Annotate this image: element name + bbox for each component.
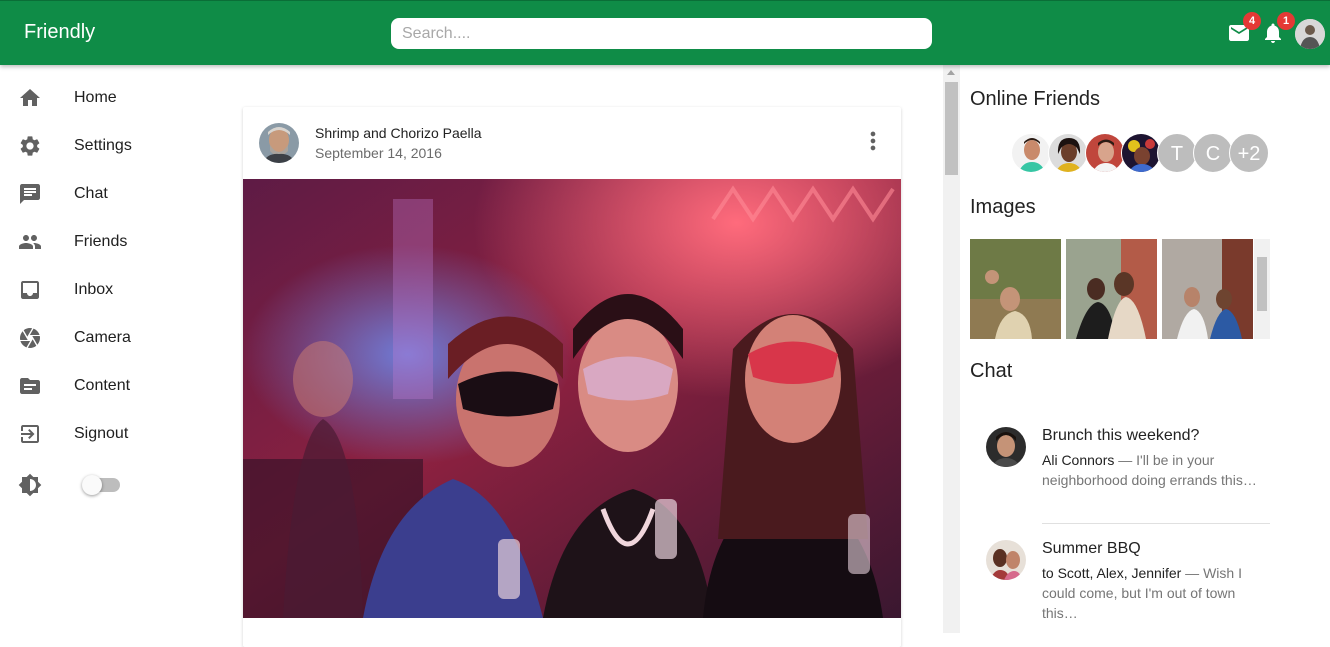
friend-letter-avatar[interactable]: C (1193, 133, 1233, 173)
post-title[interactable]: Shrimp and Chorizo Paella (315, 125, 482, 141)
friend-avatar[interactable] (1011, 133, 1051, 173)
sidebar-item-chat[interactable]: Chat (0, 170, 200, 218)
images-heading: Images (970, 196, 1036, 218)
brightness-icon (18, 473, 42, 497)
sidebar-item-inbox[interactable]: Inbox (0, 266, 200, 314)
chat-icon (20, 184, 40, 204)
image-strip (970, 239, 1270, 339)
sidebar-item-label: Chat (74, 185, 108, 202)
mail-button[interactable]: 4 (1227, 12, 1261, 45)
theme-toggle-switch[interactable] (82, 475, 120, 495)
notifications-button[interactable]: 1 (1261, 12, 1295, 45)
more-vert-icon (870, 131, 876, 151)
theme-toggle-row (0, 461, 200, 509)
chat-divider (1042, 523, 1270, 524)
chat-preview: to Scott, Alex, Jennifer — Wish I could … (1042, 563, 1262, 623)
chat-preview: Ali Connors — I'll be in your neighborho… (1042, 450, 1262, 490)
friend-letter-avatar[interactable]: T (1157, 133, 1197, 173)
sidebar-item-label: Content (74, 377, 131, 394)
image-thumbnail[interactable] (1066, 239, 1157, 339)
inbox-icon (21, 281, 39, 299)
sidebar-item-friends[interactable]: Friends (0, 218, 200, 266)
online-friends-heading: Online Friends (970, 88, 1101, 110)
post-date: September 14, 2016 (315, 145, 442, 161)
folder-icon (20, 378, 40, 394)
friend-avatar[interactable] (1048, 133, 1088, 173)
chat-title: Summer BBQ (1042, 540, 1141, 557)
mail-badge: 4 (1243, 12, 1261, 30)
sidebar-item-label: Camera (74, 329, 131, 346)
image-strip-scrollbar[interactable] (1254, 239, 1270, 339)
post-author-avatar[interactable] (259, 123, 299, 163)
chat-recipients: to Scott, Alex, Jennifer (1042, 565, 1182, 581)
more-friends-avatar[interactable]: +2 (1229, 133, 1269, 173)
people-icon (19, 235, 41, 249)
sidebar-item-settings[interactable]: Settings (0, 122, 200, 170)
gear-icon (20, 136, 40, 156)
app-bar: Friendly 4 1 (0, 0, 1330, 65)
sidebar-item-label: Inbox (74, 281, 114, 298)
signout-icon (21, 425, 39, 443)
search-input[interactable] (391, 18, 932, 49)
scroll-up-arrow[interactable] (947, 70, 955, 75)
post-menu-button[interactable] (859, 127, 887, 155)
sidebar-item-label: Friends (74, 233, 128, 250)
sidebar-item-signout[interactable]: Signout (0, 410, 200, 458)
sidebar-item-label: Signout (74, 425, 129, 442)
chat-title: Brunch this weekend? (1042, 427, 1200, 444)
friend-avatar[interactable] (1121, 133, 1161, 173)
sidebar: Home Settings Chat Friends Inbox Camera … (0, 65, 200, 633)
post-card: Shrimp and Chorizo Paella September 14, … (243, 107, 901, 647)
sidebar-item-home[interactable]: Home (0, 74, 200, 122)
image-thumbnail[interactable] (970, 239, 1061, 339)
account-avatar[interactable] (1295, 19, 1325, 49)
right-panel: Online Friends T C +2 Images Chat Brunch… (960, 65, 1330, 633)
chat-avatar (986, 540, 1026, 580)
friend-avatar[interactable] (1085, 133, 1125, 173)
image-thumbnail[interactable] (1162, 239, 1253, 339)
chat-heading: Chat (970, 360, 1013, 382)
sidebar-item-camera[interactable]: Camera (0, 314, 200, 362)
sidebar-item-content[interactable]: Content (0, 362, 200, 410)
post-image (243, 179, 901, 618)
chat-sender: Ali Connors (1042, 452, 1115, 468)
chat-avatar (986, 427, 1026, 467)
home-icon (20, 89, 40, 106)
page-scrollbar[interactable] (943, 65, 960, 633)
notifications-badge: 1 (1277, 12, 1295, 30)
sidebar-item-label: Home (74, 89, 117, 106)
app-brand[interactable]: Friendly (24, 21, 95, 44)
sidebar-item-label: Settings (74, 137, 132, 154)
scroll-thumb[interactable] (945, 82, 958, 175)
image-strip-scroll-thumb[interactable] (1257, 257, 1267, 311)
toggle-knob (82, 475, 102, 495)
camera-icon (20, 328, 40, 348)
